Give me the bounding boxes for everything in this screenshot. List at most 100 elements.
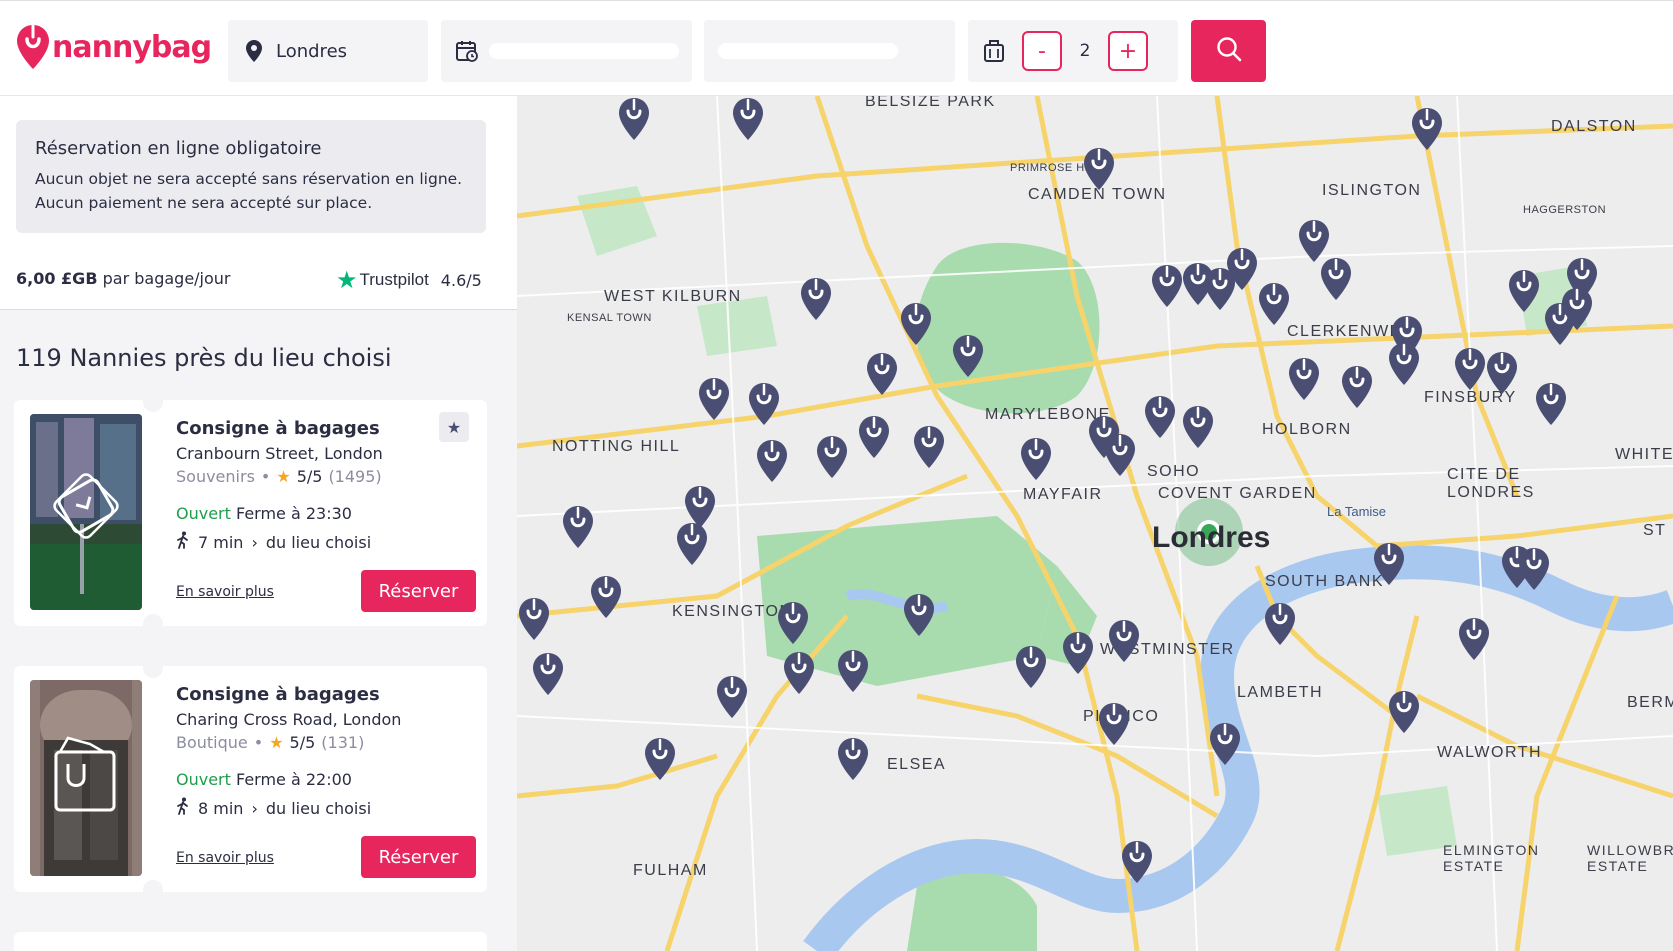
nanny-pin-icon[interactable] (675, 521, 709, 567)
walk-label: du lieu choisi (265, 532, 372, 552)
walking-icon (176, 797, 190, 819)
date-redacted (718, 43, 898, 59)
nanny-pin-icon[interactable] (1263, 601, 1297, 647)
nanny-pin-icon[interactable] (782, 650, 816, 696)
nanny-pin-icon[interactable] (643, 736, 677, 782)
district-label: WHITEC (1615, 446, 1673, 463)
learn-more-link[interactable]: En savoir plus (176, 584, 274, 600)
nanny-pin-icon[interactable] (1453, 346, 1487, 392)
listing-meta: Souvenirs • ★ 5/5 (1495) (176, 467, 382, 486)
nanny-pin-icon[interactable] (815, 434, 849, 480)
nanny-pin-icon[interactable] (1208, 721, 1242, 767)
nanny-pin-icon[interactable] (1097, 701, 1131, 747)
location-value: Londres (276, 40, 348, 62)
map-pin-icon (242, 39, 266, 63)
nanny-pin-icon[interactable] (1014, 644, 1048, 690)
nanny-pin-icon[interactable] (589, 574, 623, 620)
nanny-pin-icon[interactable] (1372, 541, 1406, 587)
chevron-right-icon: › (251, 532, 258, 552)
nanny-pin-icon[interactable] (1387, 689, 1421, 735)
closing-time: Ferme à 22:00 (236, 770, 352, 789)
district-label: LAMBETH (1237, 684, 1324, 701)
nanny-pin-icon[interactable] (1534, 381, 1568, 427)
open-status: Ouvert (176, 770, 231, 789)
results-panel: Réservation en ligne obligatoire Aucun o… (0, 96, 517, 951)
learn-more-link[interactable]: En savoir plus (176, 850, 274, 866)
reserve-button[interactable]: Réserver (361, 836, 476, 878)
district-label: WALWORTH (1437, 744, 1543, 761)
reserve-button[interactable]: Réserver (361, 570, 476, 612)
nanny-pin-icon[interactable] (617, 96, 651, 142)
nanny-pin-icon[interactable] (1061, 630, 1095, 676)
top-bar: nannybag Londres - 2 + (0, 0, 1673, 96)
nanny-pin-icon[interactable] (799, 276, 833, 322)
nanny-pin-icon[interactable] (1287, 356, 1321, 402)
listing-card[interactable] (14, 932, 487, 951)
nanny-pin-icon[interactable] (1120, 839, 1154, 885)
search-icon (1215, 35, 1243, 67)
district-label: ELSEA (887, 756, 947, 773)
brand-logo[interactable]: nannybag (16, 23, 212, 73)
nanny-pin-icon[interactable] (1150, 263, 1184, 309)
bag-count-field: - 2 + (968, 20, 1178, 82)
nanny-pin-icon[interactable] (951, 333, 985, 379)
logo-pin-icon (16, 23, 50, 73)
nanny-pin-icon[interactable] (1507, 268, 1541, 314)
walk-time: 7 min (198, 532, 244, 552)
decrease-bags-button[interactable]: - (1022, 31, 1062, 71)
nanny-pin-icon[interactable] (1340, 364, 1374, 410)
nanny-pin-icon[interactable] (899, 301, 933, 347)
nanny-pin-icon[interactable] (836, 648, 870, 694)
search-button[interactable] (1191, 20, 1266, 82)
price-value: 6,00 £GB (16, 269, 98, 288)
bag-count-value: 2 (1079, 41, 1091, 61)
nanny-pin-icon[interactable] (1181, 404, 1215, 450)
nanny-pin-icon[interactable] (1517, 546, 1551, 592)
nanny-pin-icon[interactable] (1560, 286, 1594, 332)
trustpilot-rating[interactable]: ★ Trustpilot 4.6/5 (336, 266, 482, 294)
nanny-pin-icon[interactable] (902, 592, 936, 638)
increase-bags-button[interactable]: + (1108, 31, 1148, 71)
nanny-pin-icon[interactable] (755, 438, 789, 484)
nanny-pin-icon[interactable] (776, 600, 810, 646)
walking-distance: 7 min › du lieu choisi (176, 531, 371, 553)
luggage-icon (982, 39, 1006, 63)
pickup-date-field[interactable] (704, 20, 955, 82)
nanny-pin-icon[interactable] (1485, 350, 1519, 396)
nanny-pin-icon[interactable] (517, 596, 551, 642)
nanny-pin-icon[interactable] (731, 96, 765, 142)
listing-card[interactable]: Consigne à bagages Charing Cross Road, L… (14, 666, 487, 892)
nanny-pin-icon[interactable] (715, 674, 749, 720)
nanny-pin-icon[interactable] (1082, 146, 1116, 192)
listing-card[interactable]: ★ Consigne à bagages Cranbourn Street, L… (14, 400, 487, 626)
nanny-pin-icon[interactable] (1387, 341, 1421, 387)
nanny-pin-icon[interactable] (697, 376, 731, 422)
dropoff-date-field[interactable] (441, 20, 692, 82)
nanny-pin-icon[interactable] (1143, 394, 1177, 440)
map-view[interactable]: BELSIZE PARK CAMDEN TOWN ISLINGTON DALST… (517, 96, 1673, 951)
nanny-pin-icon[interactable] (1410, 106, 1444, 152)
nanny-pin-icon[interactable] (1297, 218, 1331, 264)
trustpilot-brand: Trustpilot (359, 270, 429, 289)
nanny-pin-icon[interactable] (1103, 432, 1137, 478)
nanny-pin-icon[interactable] (1457, 616, 1491, 662)
nanny-pin-icon[interactable] (857, 414, 891, 460)
nanny-pin-icon[interactable] (912, 424, 946, 470)
brand-name: nannybag (52, 29, 212, 65)
district-label: WILLOWBROOK ESTATE (1587, 842, 1673, 874)
location-field[interactable]: Londres (228, 20, 428, 82)
nanny-pin-icon[interactable] (747, 381, 781, 427)
rating-star-icon: ★ (269, 733, 284, 752)
favorite-star-button[interactable]: ★ (439, 412, 469, 442)
district-label: COVENT GARDEN (1158, 485, 1317, 502)
nanny-pin-icon[interactable] (865, 351, 899, 397)
nanny-pin-icon[interactable] (1107, 618, 1141, 664)
nanny-pin-icon[interactable] (836, 736, 870, 782)
nanny-pin-icon[interactable] (561, 504, 595, 550)
nanny-pin-icon[interactable] (531, 651, 565, 697)
nanny-pin-icon[interactable] (1019, 436, 1053, 482)
listing-rating: 5/5 (296, 467, 323, 486)
nanny-pin-icon[interactable] (1257, 281, 1291, 327)
nanny-pin-icon[interactable] (1203, 266, 1237, 312)
district-label: KENSINGTON (672, 603, 793, 620)
